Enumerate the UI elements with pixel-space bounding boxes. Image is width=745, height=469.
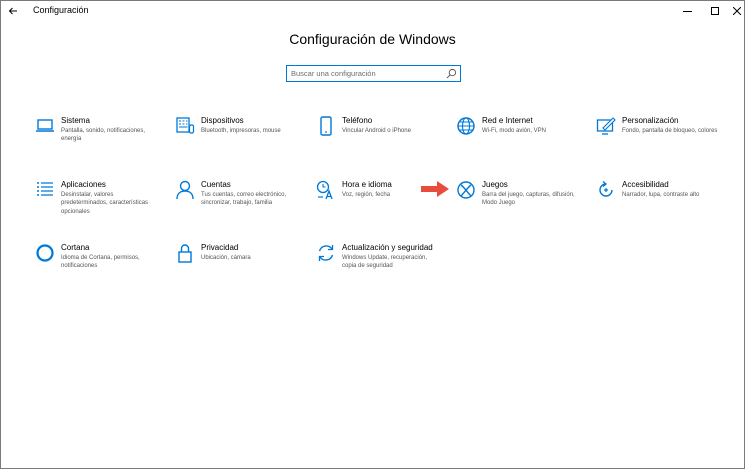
tile-title: Hora e idioma xyxy=(342,180,392,189)
cortana-icon xyxy=(36,244,54,262)
tile-description: Windows Update, recuperación, copia de s… xyxy=(342,255,428,270)
close-button[interactable] xyxy=(723,1,745,21)
back-button[interactable] xyxy=(5,3,21,19)
page-title: Configuración de Windows xyxy=(289,31,456,47)
tile-description: Barra del juego, capturas, difusión, Mod… xyxy=(482,192,575,207)
minimize-button[interactable] xyxy=(673,1,701,21)
tile-description: Bluetooth, impresoras, mouse xyxy=(201,128,281,134)
minimize-icon xyxy=(682,11,692,12)
tile-title: Cuentas xyxy=(201,180,231,189)
search-icon xyxy=(446,68,457,79)
xbox-icon xyxy=(457,181,475,199)
back-arrow-icon xyxy=(8,7,17,15)
tile-description: Narrador, lupa, contraste alto xyxy=(622,192,700,198)
tile-cuentas[interactable]: Cuentas Tus cuentas, correo electrónico,… xyxy=(175,180,305,230)
tile-sistema[interactable]: Sistema Pantalla, sonido, notificaciones… xyxy=(35,116,165,166)
tile-title: Dispositivos xyxy=(201,116,244,125)
tile-title: Cortana xyxy=(61,243,90,252)
tile-telefono[interactable]: Teléfono Vincular Android o iPhone xyxy=(316,116,446,166)
accessibility-icon xyxy=(599,181,613,197)
laptop-icon xyxy=(36,119,54,132)
tile-juegos[interactable]: Juegos Barra del juego, capturas, difusi… xyxy=(456,180,586,230)
phone-icon xyxy=(320,116,332,136)
keyboard-icon xyxy=(176,117,195,134)
tile-title: Accesibilidad xyxy=(622,180,669,189)
update-icon xyxy=(318,245,334,261)
tile-description: Vincular Android o iPhone xyxy=(342,128,411,134)
tile-title: Juegos xyxy=(482,180,508,189)
tile-title: Personalización xyxy=(622,116,679,125)
tile-personalizacion[interactable]: Personalización Fondo, pantalla de bloqu… xyxy=(596,116,726,166)
app-title: Configuración xyxy=(33,5,89,15)
tile-actualizacion-seguridad[interactable]: Actualización y seguridad Windows Update… xyxy=(316,243,446,293)
search-input[interactable] xyxy=(291,67,441,80)
globe-icon xyxy=(457,117,475,135)
lock-icon xyxy=(178,244,192,263)
tile-title: Sistema xyxy=(61,116,90,125)
tile-description: Idioma de Cortana, permisos, notificacio… xyxy=(61,255,140,270)
tile-accesibilidad[interactable]: Accesibilidad Narrador, lupa, contraste … xyxy=(596,180,726,230)
person-icon xyxy=(176,180,194,200)
tile-title: Teléfono xyxy=(342,116,373,125)
time-language-icon xyxy=(316,180,333,200)
tile-red-internet[interactable]: Red e Internet Wi-Fi, modo avión, VPN xyxy=(456,116,586,166)
tile-privacidad[interactable]: Privacidad Ubicación, cámara xyxy=(175,243,305,293)
search-box[interactable] xyxy=(286,65,461,82)
tile-title: Actualización y seguridad xyxy=(342,243,433,252)
tile-description: Fondo, pantalla de bloqueo, colores xyxy=(622,128,718,134)
tile-description: Wi-Fi, modo avión, VPN xyxy=(482,128,547,134)
tile-title: Aplicaciones xyxy=(61,180,106,189)
title-bar: Configuración xyxy=(1,1,744,21)
tile-dispositivos[interactable]: Dispositivos Bluetooth, impresoras, mous… xyxy=(175,116,305,166)
maximize-icon xyxy=(711,7,719,15)
tile-cortana[interactable]: Cortana Idioma de Cortana, permisos, not… xyxy=(35,243,165,293)
tile-description: Pantalla, sonido, notificaciones, energí… xyxy=(61,128,146,143)
pointer-arrow-icon xyxy=(421,181,449,197)
tile-description: Tus cuentas, correo electrónico, sincron… xyxy=(201,192,287,207)
tile-title: Privacidad xyxy=(201,243,239,252)
tile-description: Desinstalar, valores predeterminados, ca… xyxy=(61,192,149,215)
paint-icon xyxy=(596,117,616,135)
tile-title: Red e Internet xyxy=(482,116,533,125)
close-icon xyxy=(732,6,742,16)
settings-window: Configuración Configuración de Windows S… xyxy=(0,0,745,469)
apps-list-icon xyxy=(37,182,53,196)
tile-description: Ubicación, cámara xyxy=(201,255,251,261)
tile-aplicaciones[interactable]: Aplicaciones Desinstalar, valores predet… xyxy=(35,180,165,230)
